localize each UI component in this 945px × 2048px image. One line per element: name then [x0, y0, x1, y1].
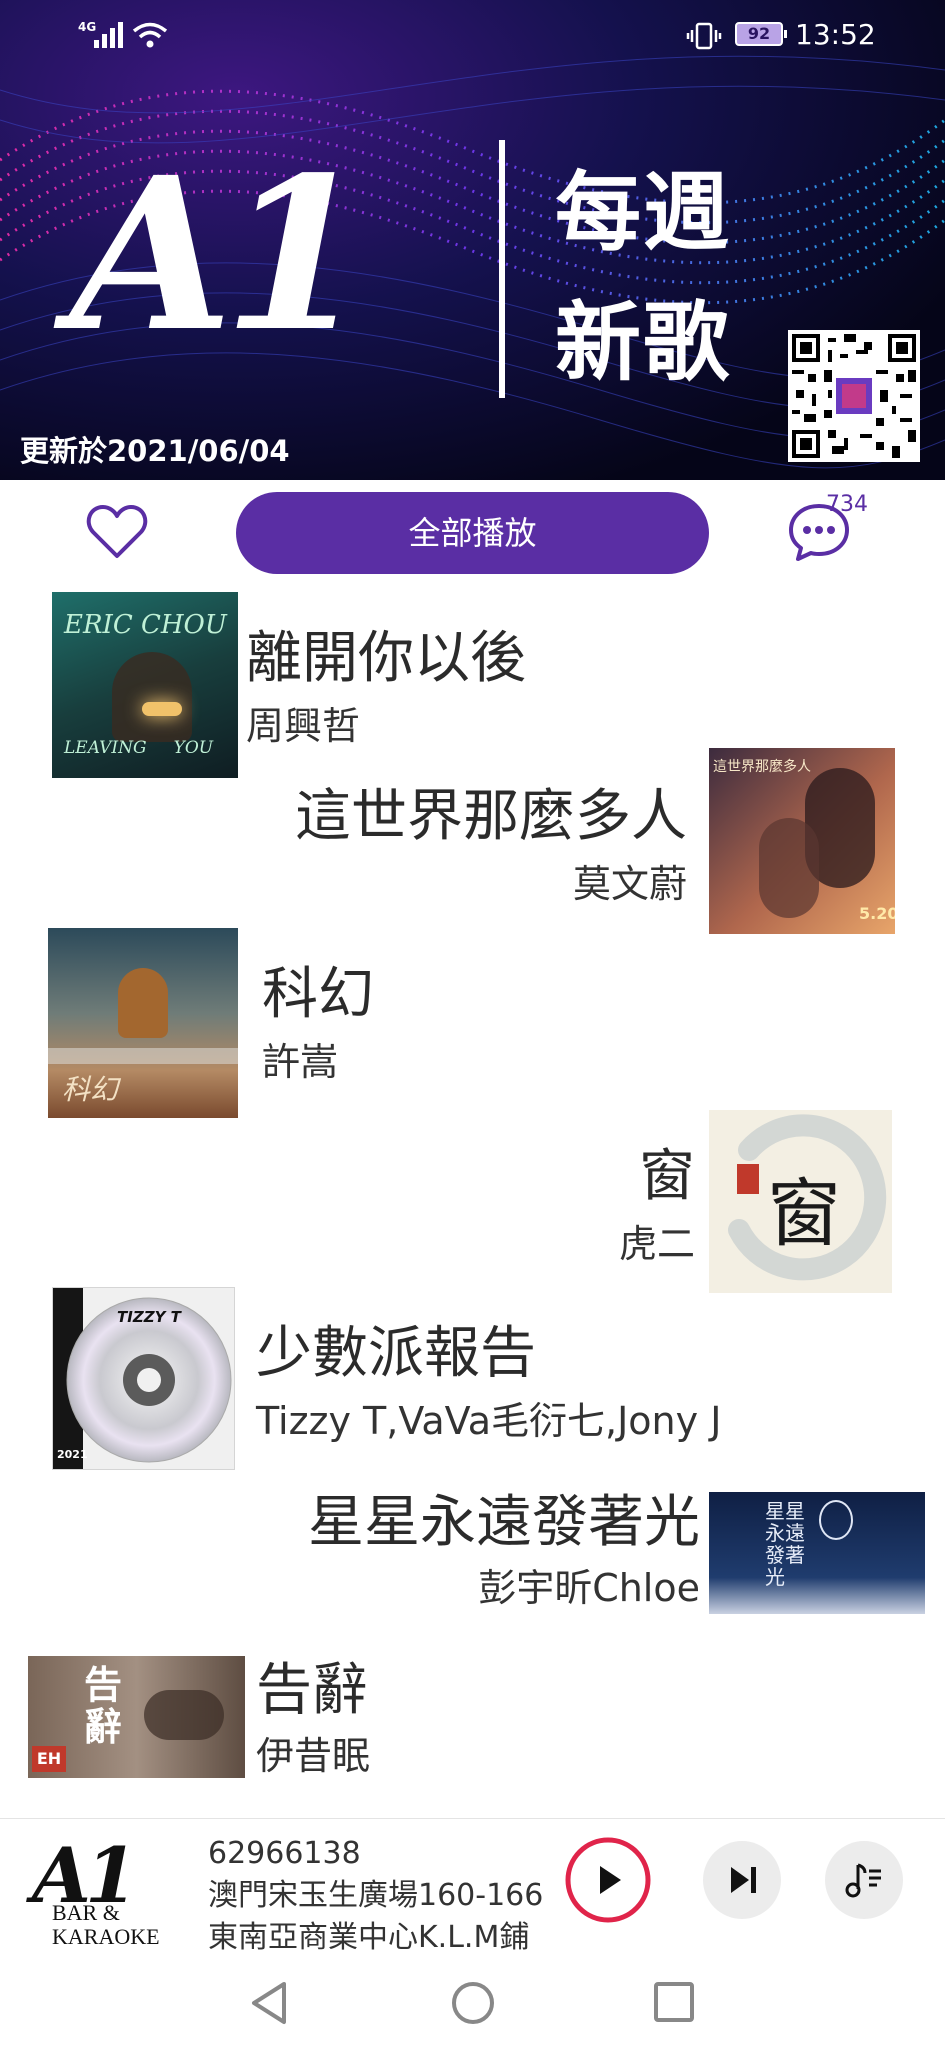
- logo-line2: KARAOKE: [52, 1924, 160, 1949]
- cover-text-bottom: 5.20: [859, 904, 895, 923]
- player-logo: A1 BAR & KARAOKE: [28, 1831, 178, 1959]
- song-artist: 周興哲: [246, 704, 361, 748]
- album-cover-5: 2021 TIZZY T: [52, 1287, 235, 1470]
- song-item-2[interactable]: 這世界那麼多人 5.20 這世界那麼多人 莫文蔚: [0, 746, 945, 936]
- banner-title-line2: 新歌: [555, 293, 731, 393]
- header-banner: 4G 92 13:52 A1 每週 新歌 更新於2021/06/04: [0, 0, 945, 480]
- cover-seal: [737, 1164, 759, 1194]
- signal-icon: [94, 22, 123, 48]
- song-item-6[interactable]: 星星永遠發著光 星星永遠發著光 彭宇昕Chloe: [0, 1480, 945, 1620]
- address-line1: 澳門宋玉生廣場160-166: [208, 1878, 544, 1913]
- cover-label: EH: [32, 1746, 66, 1772]
- song-artist: 彭宇昕Chloe: [478, 1566, 700, 1610]
- cover-light: [142, 702, 182, 716]
- song-title: 離開你以後: [246, 626, 526, 691]
- cover-text-top: 告辭: [84, 1663, 123, 1749]
- song-title: 科幻: [262, 962, 374, 1027]
- address-line2: 東南亞商業中心K.L.M鋪: [208, 1920, 530, 1955]
- song-item-7[interactable]: 告辭 EH 告辭 伊昔眠: [0, 1646, 945, 1786]
- banner-title-line1: 每週: [555, 163, 731, 263]
- cover-text-top: 窗: [767, 1171, 841, 1257]
- song-artist: Tizzy T,VaVa毛衍七,Jony J: [256, 1399, 722, 1443]
- song-title: 少數派報告: [256, 1321, 536, 1386]
- comment-count-badge: 734: [826, 492, 868, 517]
- song-title: 窗: [639, 1144, 695, 1209]
- play-all-button[interactable]: 全部播放: [236, 492, 709, 574]
- logo-line1: BAR &: [52, 1900, 120, 1925]
- cover-text-bottom: 科幻: [62, 1073, 119, 1106]
- cover-figure: [144, 1690, 224, 1740]
- cover-figure: [112, 652, 192, 742]
- queue-button[interactable]: [825, 1841, 903, 1919]
- album-cover-3: 科幻: [48, 928, 238, 1118]
- cover-figure: [118, 968, 168, 1038]
- banner-divider: [499, 140, 505, 398]
- system-nav-bar: [0, 1966, 945, 2048]
- qr-code-icon: [788, 330, 920, 462]
- song-artist: 許嵩: [262, 1040, 339, 1084]
- song-artist: 莫文蔚: [572, 862, 687, 906]
- song-artist: 虎二: [618, 1222, 695, 1266]
- cover-snow: [48, 1048, 238, 1064]
- cover-text-top: 這世界那麼多人: [713, 759, 811, 775]
- song-title: 告辭: [256, 1658, 368, 1723]
- cover-text-top: 星星永遠發著光: [765, 1499, 805, 1589]
- cover-text-top: ERIC CHOU: [64, 610, 227, 640]
- album-cover-7: 告辭 EH: [28, 1656, 245, 1778]
- song-item-5[interactable]: 2021 TIZZY T 少數派報告 Tizzy T,VaVa毛衍七,Jony …: [0, 1283, 945, 1473]
- back-icon[interactable]: [248, 1978, 292, 2028]
- banner-title: 每週 新歌: [555, 148, 785, 408]
- song-item-4[interactable]: 窗 窗 虎二: [0, 1108, 945, 1298]
- vibrate-icon: [686, 22, 722, 50]
- player-logo-text: BAR & KARAOKE: [52, 1901, 160, 1949]
- next-button[interactable]: [703, 1841, 781, 1919]
- qr-code-pattern: [792, 334, 916, 458]
- song-artist: 伊昔眠: [256, 1734, 371, 1778]
- mini-player: A1 BAR & KARAOKE 62966138 澳門宋玉生廣場160-166…: [0, 1818, 945, 1967]
- wifi-icon: [132, 22, 168, 48]
- update-date: 更新於2021/06/04: [20, 434, 290, 468]
- cover-figure-2: [759, 818, 819, 918]
- playlist-icon: [845, 1863, 881, 1898]
- album-cover-2: 這世界那麼多人 5.20: [709, 748, 895, 934]
- status-bar: 4G 92 13:52: [0, 0, 945, 72]
- song-item-3[interactable]: 科幻 科幻 許嵩: [0, 926, 945, 1118]
- cover-text-top: TIZZY T: [117, 1308, 181, 1326]
- skip-next-icon: [731, 1867, 756, 1893]
- song-title: 這世界那麼多人: [295, 784, 687, 849]
- cover-swing: [819, 1500, 853, 1540]
- phone-number: 62966138: [208, 1836, 361, 1871]
- album-cover-4: 窗: [709, 1110, 892, 1293]
- battery-indicator: 92: [735, 22, 787, 46]
- song-title: 星星永遠發著光: [308, 1490, 700, 1555]
- a1-logo: A1: [70, 131, 369, 378]
- favorite-heart-icon[interactable]: [86, 504, 148, 560]
- now-playing-info: 62966138 澳門宋玉生廣場160-166 東南亞商業中心K.L.M鋪: [208, 1833, 543, 1959]
- home-icon[interactable]: [450, 1978, 496, 2028]
- recent-apps-icon[interactable]: [652, 1980, 696, 2026]
- play-icon[interactable]: [563, 1835, 653, 1925]
- clock: 13:52: [795, 18, 876, 51]
- album-cover-6: 星星永遠發著光: [709, 1492, 925, 1614]
